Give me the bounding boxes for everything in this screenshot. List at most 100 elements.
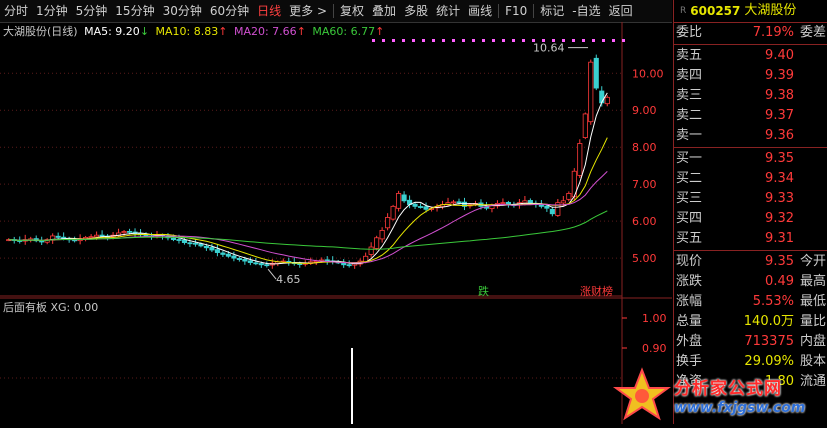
stat-row: 总量 140.0万 量比 [674, 312, 827, 332]
r-badge: R [680, 6, 687, 16]
ask-price: 9.36 [765, 128, 794, 143]
stat-v: 713375 [744, 334, 794, 349]
signal-dot [412, 39, 415, 42]
high-label: 10.64 [533, 42, 565, 55]
logo-url: www.fxjgsw.com [674, 400, 806, 416]
candle [39, 240, 45, 243]
bid-price: 9.32 [765, 211, 794, 226]
y-tick-label: 5.00 [632, 252, 657, 265]
legend-ma5: MA5: 9.20 [84, 25, 140, 38]
toolbar-item-7[interactable]: 更多 > [285, 0, 331, 22]
y-tick-label: 9.00 [632, 104, 657, 117]
toolbar-item-8[interactable]: 复权 [336, 0, 368, 22]
candle [379, 229, 385, 240]
stat-t: 最高 [799, 274, 826, 289]
bid-label: 买二 [676, 171, 703, 186]
main-legend: 大湖股份(日线) MA5: 9.20↓ MA10: 8.83↑ MA20: 7.… [0, 23, 384, 39]
candle [604, 96, 610, 105]
bid-price: 9.34 [765, 171, 794, 186]
logo-text: 分析家公式网 [674, 379, 782, 399]
bid-label: 买三 [676, 191, 703, 206]
ask-row: 卖三 9.38 [674, 86, 827, 106]
bid-price: 9.35 [765, 151, 794, 166]
ask-row: 卖四 9.39 [674, 66, 827, 86]
candle [94, 234, 100, 238]
toolbar-item-12[interactable]: 画线 [464, 0, 496, 22]
signal-dot [462, 39, 465, 42]
toolbar-item-11[interactable]: 统计 [432, 0, 464, 22]
toolbar-item-1[interactable]: 1分钟 [32, 0, 72, 22]
ratio-value: 7.19% [752, 25, 794, 40]
candle [368, 246, 374, 255]
ma5-down-arrow-icon: ↓ [139, 25, 150, 38]
stat-row: 涨幅 5.53% 最低 [674, 292, 827, 312]
stock-code: 600257 [690, 4, 741, 18]
stat-v: 9.35 [765, 254, 794, 269]
candle [253, 262, 259, 265]
toolbar-item-10[interactable]: 多股 [400, 0, 432, 22]
candle [544, 205, 550, 209]
toolbar-separator [333, 4, 335, 18]
toolbar-item-15[interactable]: -自选 [568, 0, 604, 22]
ask-label: 卖三 [676, 88, 703, 103]
candle [264, 264, 270, 267]
candle [549, 208, 555, 215]
candle [505, 201, 511, 205]
ask-label: 卖一 [676, 128, 703, 143]
toolbar-item-0[interactable]: 分时 [0, 0, 32, 22]
candle [231, 255, 237, 259]
candle [55, 235, 61, 238]
bid-row: 买四 9.32 [674, 209, 827, 229]
signal-dot [392, 39, 395, 42]
candle [346, 264, 352, 267]
toolbar-item-16[interactable]: 返回 [605, 0, 637, 22]
toolbar-item-5[interactable]: 60分钟 [206, 0, 253, 22]
candle [560, 200, 566, 204]
candle [599, 90, 605, 104]
indicator-legend: 后面有板 XG: 0.00 [3, 301, 99, 314]
signal-dot [492, 39, 495, 42]
toolbar-item-4[interactable]: 30分钟 [159, 0, 206, 22]
signal-dot [452, 39, 455, 42]
ma20-line [8, 171, 608, 264]
signal-dot [602, 39, 605, 42]
ask-price: 9.38 [765, 88, 794, 103]
candle [593, 57, 599, 89]
stat-t: 量比 [799, 314, 826, 329]
candle [390, 205, 396, 220]
candle [566, 193, 572, 200]
candle [450, 201, 457, 204]
ratio-label: 委比 [676, 25, 703, 40]
toolbar-item-13[interactable]: F10 [501, 0, 531, 22]
candle [209, 247, 215, 251]
divider [674, 147, 827, 148]
ma60-line [8, 210, 608, 250]
toolbar-item-14[interactable]: 标记 [536, 0, 568, 22]
candle [236, 258, 242, 261]
signal-dot [442, 39, 445, 42]
signal-dot [472, 39, 475, 42]
candle [214, 249, 220, 253]
toolbar-item-3[interactable]: 15分钟 [111, 0, 158, 22]
star-logo-icon [612, 367, 672, 421]
candle [192, 242, 198, 245]
y-tick-label: 8.00 [632, 141, 657, 154]
legend-ma10: MA10: 8.83 [155, 25, 219, 38]
candle [522, 200, 528, 204]
watermark-logo: 分析家公式网 www.fxjgsw.com [612, 366, 827, 424]
candle [220, 252, 226, 255]
signal-dot [432, 39, 435, 42]
toolbar-item-2[interactable]: 5分钟 [72, 0, 112, 22]
bid-label: 买五 [676, 231, 703, 246]
signal-dot [562, 39, 565, 42]
toolbar-item-6[interactable]: 日线 [253, 0, 285, 22]
ask-label: 卖四 [676, 68, 703, 83]
toolbar: 分时 1分钟 5分钟 15分钟 30分钟 60分钟 日线 更多 > 复权 叠加 多股 统计 画线 F10 标… [0, 0, 672, 23]
stat-t: 今开 [799, 254, 826, 269]
toolbar-item-9[interactable]: 叠加 [368, 0, 400, 22]
bid-price: 9.33 [765, 191, 794, 206]
candle [582, 113, 588, 138]
kline-chart[interactable]: 10.00 9.00 8.00 7.00 6.00 5.00 1.00 0.90 10.64 4.… [0, 22, 672, 424]
signal-dot [482, 39, 485, 42]
marker-list: 涨财榜 [580, 284, 613, 298]
